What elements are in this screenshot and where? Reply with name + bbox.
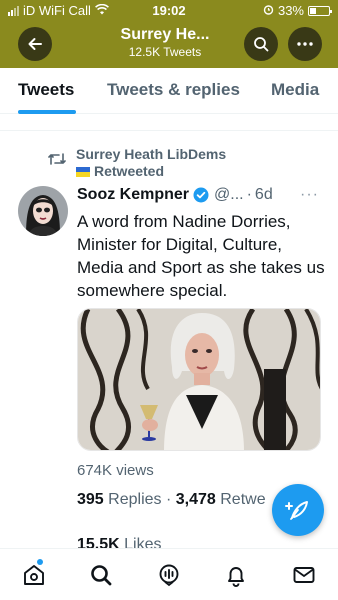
retweets-label[interactable]: Retwe <box>220 491 265 508</box>
home-icon <box>24 565 44 585</box>
replies-label[interactable]: Replies <box>108 491 161 508</box>
search-icon <box>254 37 269 52</box>
header-title-block: Surrey He... 12.5K Tweets <box>90 26 240 59</box>
verified-badge-icon <box>193 187 209 203</box>
tab-tweets[interactable]: Tweets <box>18 80 74 100</box>
back-button[interactable] <box>18 27 52 61</box>
more-button[interactable] <box>288 27 322 61</box>
active-tab-indicator <box>18 110 76 114</box>
bottom-navigation <box>0 548 338 600</box>
arrow-left-icon <box>28 38 42 50</box>
battery-percent: 33% <box>277 3 304 18</box>
profile-header: iD WiFi Call 19:02 33% Surrey He... 12.5… <box>0 0 338 68</box>
spaces-icon <box>159 564 179 587</box>
nav-spaces[interactable] <box>155 561 183 589</box>
time-separator: · <box>246 186 252 203</box>
retweeted-label: Retweeted <box>94 163 165 179</box>
author-handle[interactable]: @... <box>214 186 244 204</box>
views-count: 674K views <box>77 462 154 479</box>
retweet-context[interactable]: Surrey Heath LibDems Retweeted <box>76 146 226 180</box>
tweet-video-thumbnail[interactable] <box>77 308 321 451</box>
feather-plus-icon <box>285 501 308 520</box>
tab-media[interactable]: Media <box>271 80 319 100</box>
more-horizontal-icon <box>297 42 313 46</box>
search-icon <box>91 565 112 586</box>
retweet-icon <box>48 152 66 171</box>
compose-tweet-button[interactable] <box>272 484 324 536</box>
author-name[interactable]: Sooz Kempner <box>77 186 189 204</box>
mail-icon <box>293 567 315 583</box>
retweets-count: 3,478 <box>175 491 216 508</box>
avatar[interactable] <box>18 186 68 236</box>
tweet-text: A word from Nadine Dorries, Minister for… <box>77 212 325 300</box>
nav-notifications[interactable] <box>222 561 250 589</box>
nav-home[interactable] <box>20 561 48 589</box>
tweet-time[interactable]: 6d <box>255 186 273 204</box>
engagement-stats: 395 Replies · 3,478 Retwe <box>77 491 266 509</box>
profile-tabs: Tweets Tweets & replies Media <box>0 68 338 114</box>
nav-messages[interactable] <box>290 561 318 589</box>
retweeter-name: Surrey Heath LibDems <box>76 146 227 162</box>
tab-tweets-replies[interactable]: Tweets & replies <box>107 80 240 100</box>
bell-icon <box>228 567 244 587</box>
search-button[interactable] <box>244 27 278 61</box>
battery-icon <box>308 5 332 16</box>
tweet-header: Sooz Kempner @... · 6d <box>77 186 273 204</box>
nav-search[interactable] <box>87 561 115 589</box>
new-tweets-dot <box>37 559 43 565</box>
alarm-icon <box>263 3 274 18</box>
tweet-more-button[interactable]: ··· <box>300 186 319 204</box>
feed-divider <box>0 130 338 131</box>
replies-count: 395 <box>77 491 104 508</box>
status-bar: iD WiFi Call 19:02 33% <box>0 0 338 22</box>
profile-title: Surrey He... <box>120 26 210 43</box>
ukraine-flag-icon <box>76 167 90 177</box>
tweet-count: 12.5K Tweets <box>128 45 202 59</box>
stats-separator: · <box>165 491 172 508</box>
